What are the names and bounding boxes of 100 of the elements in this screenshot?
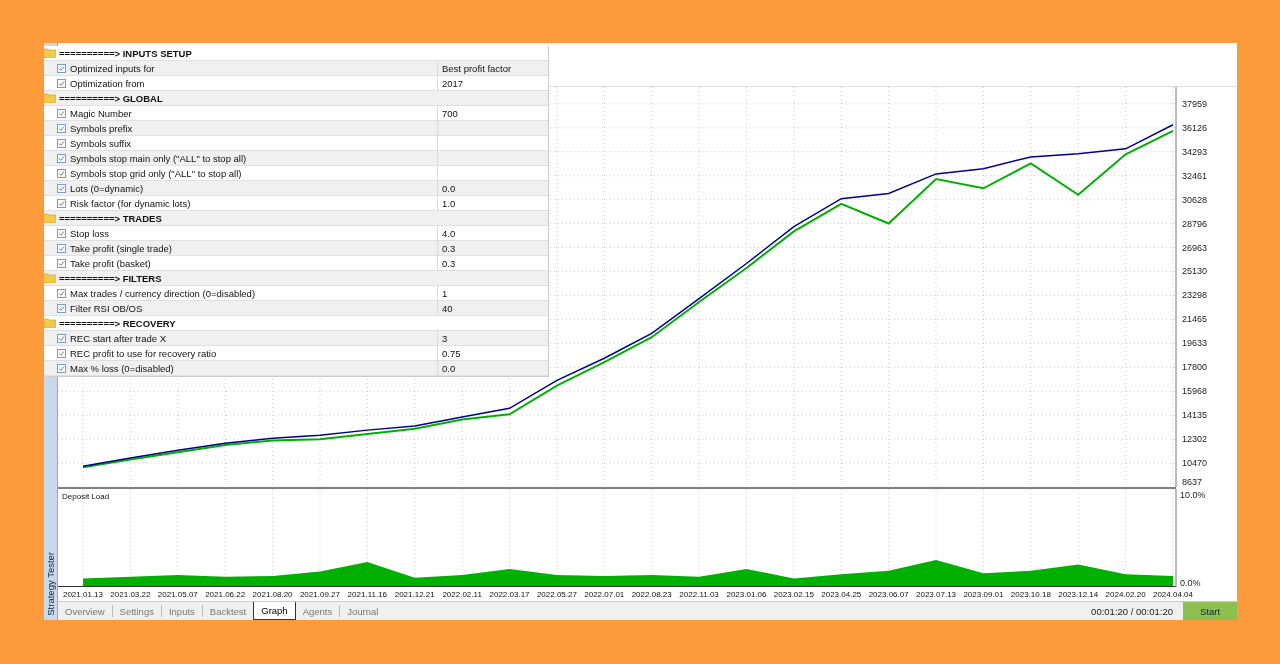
parameter-value[interactable]: 0.75	[438, 347, 461, 359]
parameter-name: Symbols suffix	[70, 137, 132, 149]
checkbox[interactable]	[57, 153, 66, 163]
parameter-name: Magic Number	[70, 107, 132, 119]
axis-label: 32461	[1182, 171, 1208, 181]
axis-label: 14135	[1182, 410, 1208, 421]
checkbox[interactable]	[57, 258, 66, 268]
axis-label: 2023.04.25	[821, 590, 862, 600]
checkbox[interactable]	[57, 108, 66, 118]
parameter-value[interactable]: 3	[438, 332, 448, 344]
axis-label: 19633	[1182, 338, 1208, 349]
axis-label: 2024.02.20	[1105, 590, 1146, 600]
axis-label: 10.0%	[1180, 490, 1206, 501]
axis-label: 28796	[1182, 218, 1208, 229]
axis-label: 2022.02.11	[442, 590, 482, 600]
axis-label: 2021.12.21	[394, 590, 435, 600]
axis-label: 17800	[1182, 362, 1208, 373]
axis-label: 2021.05.07	[157, 590, 198, 600]
checkbox[interactable]	[57, 288, 66, 298]
tab[interactable]: Agents	[295, 605, 340, 617]
tab[interactable]: Graph	[253, 602, 296, 620]
axis-label: 2023.01.06	[726, 590, 767, 600]
parameter-value[interactable]: 700	[438, 107, 458, 119]
axis-label: 26963	[1182, 242, 1208, 253]
checkbox[interactable]	[57, 243, 66, 253]
parameter-name: Risk factor (for dynamic lots)	[70, 197, 191, 209]
parameter-value[interactable]: 0.0	[438, 182, 456, 194]
group-header: ==========> GLOBAL	[58, 92, 163, 104]
axis-label: 15968	[1182, 386, 1208, 397]
parameter-value[interactable]: 0.3	[438, 242, 456, 254]
checkbox[interactable]	[57, 228, 66, 238]
axis-label: 2023.06.07	[868, 590, 909, 600]
parameter-name: Optimized inputs for	[70, 62, 155, 74]
parameter-value[interactable]: 0.3	[438, 257, 456, 269]
checkbox[interactable]	[57, 333, 66, 343]
group-header: ==========> TRADES	[58, 212, 162, 224]
axis-label: 2021.06.22	[205, 590, 246, 600]
checkbox[interactable]	[57, 198, 66, 208]
parameter-value[interactable]: 1.0	[438, 197, 456, 209]
axis-label: 2022.08.23	[631, 590, 672, 600]
axis-label: 30628	[1182, 194, 1208, 205]
axis-label: 2021.03.22	[110, 590, 151, 600]
tab[interactable]: Settings	[111, 605, 161, 617]
parameter-value[interactable]: 2017	[438, 77, 464, 89]
axis-label: 8637	[1182, 477, 1203, 488]
checkbox[interactable]	[57, 363, 66, 373]
parameter-value[interactable]: 40	[438, 302, 453, 314]
checkbox[interactable]	[57, 303, 66, 313]
axis-label: 2022.11.03	[679, 590, 719, 600]
axis-label: 2022.05.27	[536, 590, 577, 600]
start-button[interactable]: Start	[1183, 602, 1237, 620]
axis-label: 2023.09.01	[963, 590, 1004, 600]
parameter-name: Lots (0=dynamic)	[70, 182, 144, 194]
group-header: ==========> RECOVERY	[58, 317, 176, 329]
parameter-name: REC profit to use for recovery ratio	[70, 347, 217, 359]
folder-icon	[44, 273, 56, 283]
axis-label: 2023.07.13	[916, 590, 957, 600]
axis-label: 21465	[1182, 314, 1208, 325]
checkbox[interactable]	[57, 183, 66, 193]
checkbox[interactable]	[57, 168, 66, 178]
checkbox[interactable]	[57, 138, 66, 148]
group-header: ==========> INPUTS SETUP	[58, 47, 192, 59]
parameter-name: Symbols prefix	[70, 122, 133, 134]
parameter-value[interactable]: 1	[438, 287, 448, 299]
parameter-value[interactable]: 0.0	[438, 362, 456, 374]
checkbox[interactable]	[57, 78, 66, 88]
axis-label: 2022.07.01	[584, 590, 625, 600]
axis-label: 2024.04.04	[1153, 590, 1193, 600]
parameter-name: Stop loss	[70, 227, 110, 239]
axis-label: 2021.11.16	[347, 590, 388, 600]
parameter-name: Take profit (single trade)	[70, 242, 172, 254]
group-header: ==========> FILTERS	[58, 272, 162, 284]
axis-label: 36126	[1182, 123, 1208, 134]
parameter-name: Max % loss (0=disabled)	[70, 362, 174, 374]
axis-label: 2021.01.13	[63, 590, 103, 600]
checkbox[interactable]	[57, 63, 66, 73]
tab[interactable]: Journal	[339, 605, 386, 617]
chart-title: Deposit Load	[62, 492, 110, 502]
axis-label: 23298	[1182, 290, 1208, 301]
axis-label: 2021.08.20	[252, 590, 293, 600]
checkbox[interactable]	[57, 123, 66, 133]
axis-label: 2023.02.15	[773, 590, 814, 600]
checkbox[interactable]	[57, 348, 66, 358]
parameter-name: Symbols stop main only ("ALL" to stop all)	[70, 152, 247, 164]
folder-icon	[44, 318, 56, 328]
parameter-value[interactable]: 4.0	[438, 227, 456, 239]
axis-label: 2023.12.14	[1058, 590, 1099, 600]
axis-label: 2021.09.27	[299, 590, 340, 600]
axis-label: 25130	[1182, 266, 1208, 277]
parameter-name: Symbols stop grid only ("ALL" to stop all)	[70, 167, 242, 179]
parameter-name: Filter RSI OB/OS	[70, 302, 143, 314]
elapsed-time: 00:01:20 / 00:01:20	[1091, 604, 1174, 619]
tab[interactable]: Overview	[58, 605, 112, 617]
tab[interactable]: Inputs	[160, 605, 202, 617]
axis-label: 12302	[1182, 434, 1208, 445]
axis-label: 0.0%	[1180, 578, 1201, 588]
parameter-value[interactable]: Best profit factor	[438, 62, 512, 74]
folder-icon	[44, 213, 56, 223]
axis-label: 2023.10.18	[1010, 590, 1051, 600]
axis-label: 2022.03.17	[489, 590, 530, 600]
